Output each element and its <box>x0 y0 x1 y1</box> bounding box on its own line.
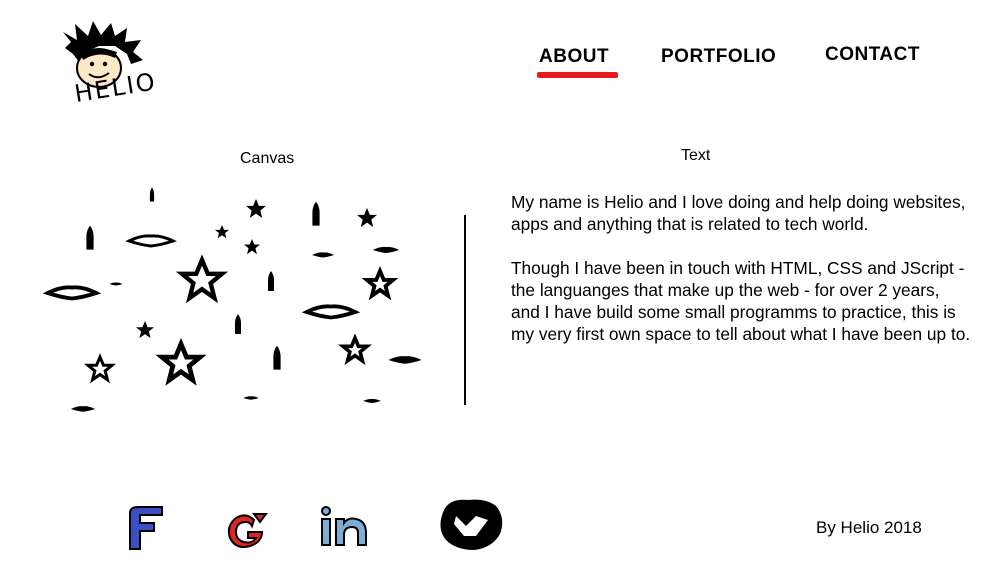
nav-active-underline <box>537 72 618 78</box>
github-icon[interactable] <box>436 496 506 557</box>
bio-text: My name is Helio and I love doing and he… <box>511 191 971 367</box>
rocket-shape <box>86 187 320 370</box>
text-section-title: Text <box>681 147 711 164</box>
nav-portfolio-link[interactable]: PORTFOLIO <box>661 46 776 68</box>
nav-about-link[interactable]: ABOUT <box>539 46 609 68</box>
starfield-canvas <box>45 187 422 412</box>
facebook-icon[interactable] <box>124 503 166 556</box>
nav-contact-link[interactable]: CONTACT <box>825 44 920 66</box>
star-shape <box>86 199 395 380</box>
google-plus-icon[interactable] <box>224 510 272 557</box>
canvas-section-title: Canvas <box>240 150 295 167</box>
ufo-shape <box>45 234 422 412</box>
section-divider <box>464 215 466 405</box>
bio-paragraph: My name is Helio and I love doing and he… <box>511 192 966 234</box>
bio-paragraph: Though I have been in touch with HTML, C… <box>511 258 971 344</box>
footer-credit: By Helio 2018 <box>816 518 922 537</box>
site-logo[interactable]: HELIO <box>55 18 165 123</box>
linkedin-icon[interactable] <box>318 503 374 556</box>
